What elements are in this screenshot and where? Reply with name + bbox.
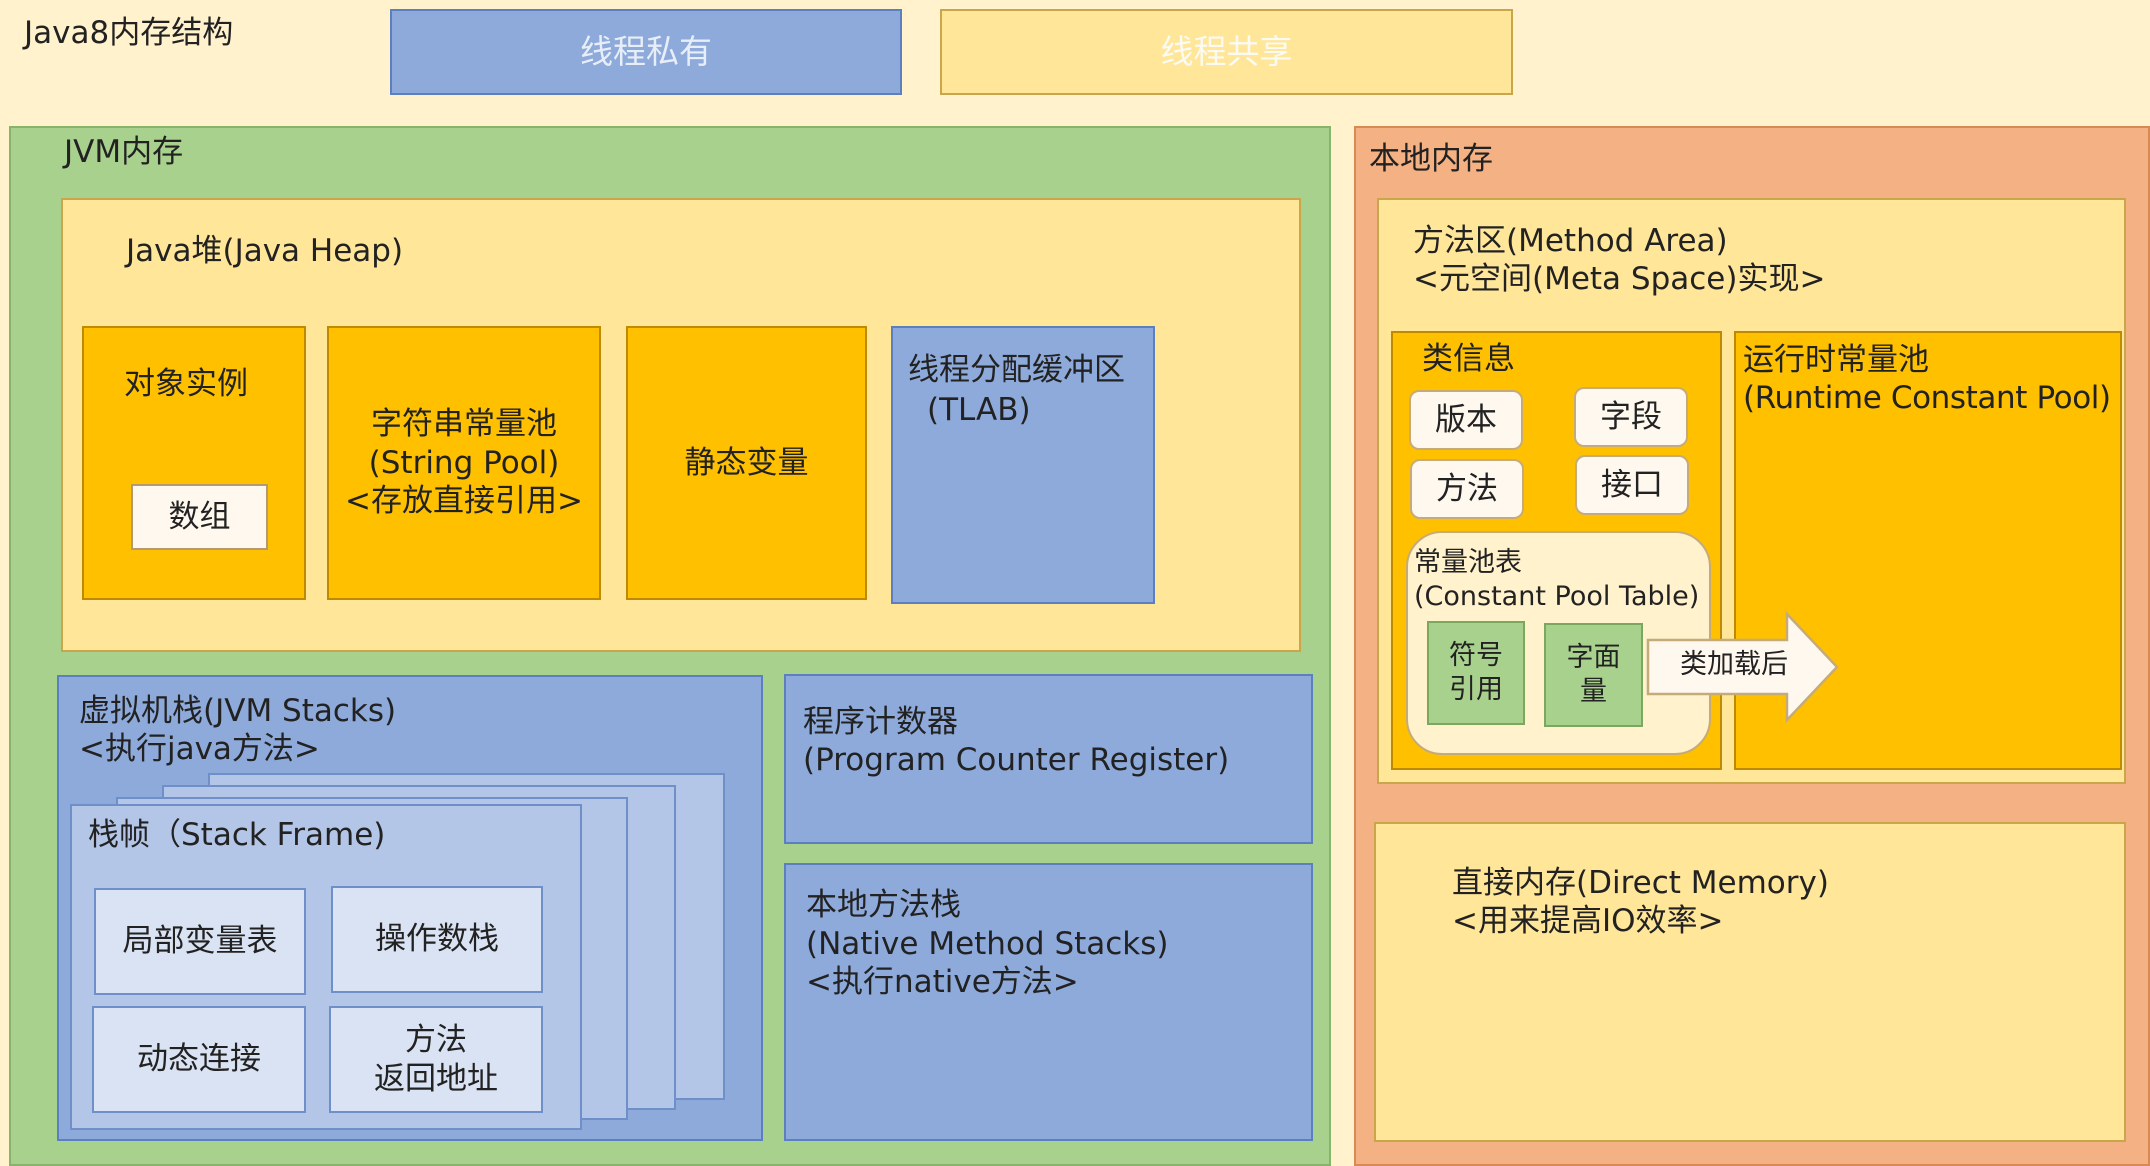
interface-item: 接口 xyxy=(1575,455,1689,515)
return-address-line1: 方法 xyxy=(405,1021,467,1058)
local-variables-box: 局部变量表 xyxy=(94,888,306,995)
symbol-reference-line2: 引用 xyxy=(1449,674,1503,705)
tlab-title: 线程分配缓冲区 xyxy=(908,352,1125,388)
legend-thread-shared: 线程共享 xyxy=(940,9,1513,95)
program-counter-english: (Program Counter Register) xyxy=(803,742,1230,778)
direct-memory-note: <用来提高IO效率> xyxy=(1452,903,1724,939)
version-label: 版本 xyxy=(1435,401,1497,438)
interface-label: 接口 xyxy=(1601,466,1663,503)
program-counter-title: 程序计数器 xyxy=(803,704,958,740)
method-label: 方法 xyxy=(1436,470,1498,507)
string-pool-title: 字符串常量池 xyxy=(371,405,557,442)
method-area-title: 方法区(Method Area) xyxy=(1413,223,1728,259)
array-label: 数组 xyxy=(168,498,231,535)
symbol-reference-box: 符号 引用 xyxy=(1427,621,1525,725)
runtime-constant-pool-english: (Runtime Constant Pool) xyxy=(1743,380,2111,416)
string-pool-english: (String Pool) xyxy=(368,444,560,481)
method-item: 方法 xyxy=(1410,459,1524,519)
string-pool-box: 字符串常量池 (String Pool) <存放直接引用> xyxy=(327,326,601,600)
java-heap-label: Java堆(Java Heap) xyxy=(126,233,404,269)
class-loading-arrow-label: 类加载后 xyxy=(1680,649,1788,680)
native-method-stacks-english: (Native Method Stacks) xyxy=(806,926,1169,962)
return-address-box: 方法 返回地址 xyxy=(329,1006,543,1113)
jvm-memory-label: JVM内存 xyxy=(64,134,184,170)
version-item: 版本 xyxy=(1409,390,1523,450)
field-item: 字段 xyxy=(1574,387,1688,447)
stack-frame-label: 栈帧（Stack Frame) xyxy=(88,817,386,853)
native-method-stacks-note: <执行native方法> xyxy=(806,964,1079,1000)
constant-pool-table-title: 常量池表 xyxy=(1414,547,1522,578)
operand-stack-box: 操作数栈 xyxy=(331,886,543,993)
dynamic-linking-label: 动态连接 xyxy=(137,1041,261,1078)
jvm-stacks-note: <执行java方法> xyxy=(79,731,320,767)
string-pool-note: <存放直接引用> xyxy=(345,483,583,520)
object-instances-label: 对象实例 xyxy=(124,366,248,402)
jvm-stacks-title: 虚拟机栈(JVM Stacks) xyxy=(79,693,397,729)
legend-thread-private: 线程私有 xyxy=(390,9,902,95)
tlab-english: (TLAB) xyxy=(927,392,1031,428)
diagram-title: Java8内存结构 xyxy=(24,15,234,51)
local-variables-label: 局部变量表 xyxy=(122,923,278,960)
operand-stack-label: 操作数栈 xyxy=(375,921,499,958)
array-box: 数组 xyxy=(131,484,268,550)
legend-thread-private-label: 线程私有 xyxy=(580,32,712,72)
legend-thread-shared-label: 线程共享 xyxy=(1160,32,1293,72)
native-method-stacks-title: 本地方法栈 xyxy=(806,887,961,923)
class-info-label: 类信息 xyxy=(1422,341,1515,377)
method-area-note: <元空间(Meta Space)实现> xyxy=(1413,261,1826,297)
static-variables-label: 静态变量 xyxy=(684,444,809,481)
literal-line1: 字面 xyxy=(1566,642,1621,674)
field-label: 字段 xyxy=(1600,398,1662,435)
symbol-reference-line1: 符号 xyxy=(1449,640,1503,672)
literal-line2: 量 xyxy=(1580,676,1607,707)
static-variables-box: 静态变量 xyxy=(626,326,867,600)
native-memory-label: 本地内存 xyxy=(1369,141,1493,177)
runtime-constant-pool-title: 运行时常量池 xyxy=(1743,342,1929,378)
dynamic-linking-box: 动态连接 xyxy=(92,1006,306,1113)
return-address-line2: 返回地址 xyxy=(374,1060,498,1097)
literal-box: 字面 量 xyxy=(1544,623,1643,727)
direct-memory-title: 直接内存(Direct Memory) xyxy=(1452,865,1829,901)
